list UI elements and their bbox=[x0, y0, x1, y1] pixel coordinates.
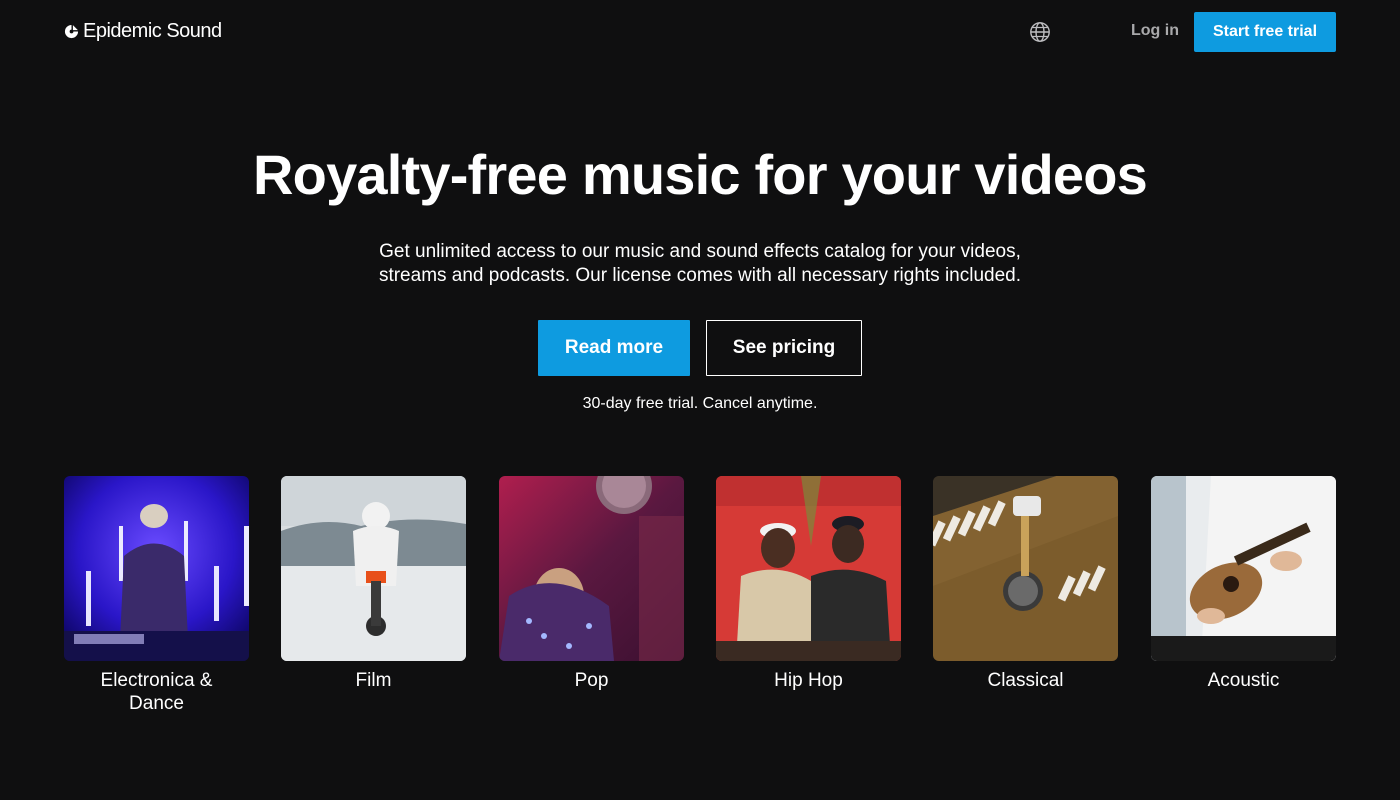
genre-label: Film bbox=[281, 669, 466, 692]
hero-subtitle: Get unlimited access to our music and so… bbox=[300, 240, 1100, 288]
hero-title: Royalty-free music for your videos bbox=[253, 143, 1148, 206]
genre-card-pop[interactable]: Pop bbox=[499, 476, 684, 692]
genre-card-electronica-dance[interactable]: Electronica & Dance bbox=[64, 476, 249, 715]
genre-card-classical[interactable]: Classical bbox=[933, 476, 1118, 692]
epidemic-sound-logo-icon bbox=[64, 24, 79, 38]
login-link[interactable]: Log in bbox=[1131, 22, 1179, 40]
genre-image-acoustic bbox=[1151, 476, 1336, 661]
genre-label-line-1: Electronica & bbox=[100, 670, 213, 691]
genre-card-acoustic[interactable]: Acoustic bbox=[1151, 476, 1336, 692]
genre-label-line-1: Film bbox=[355, 670, 392, 691]
genre-label: Classical bbox=[933, 669, 1118, 692]
trial-note: 30-day free trial. Cancel anytime. bbox=[582, 395, 818, 412]
genre-image-pop bbox=[499, 476, 684, 661]
genre-label: Hip Hop bbox=[716, 669, 901, 692]
genre-list: Electronica & Dance Film Pop Hip Hop Cla… bbox=[64, 476, 1336, 726]
genre-label-line-1: Hip Hop bbox=[774, 670, 843, 691]
genre-card-film[interactable]: Film bbox=[281, 476, 466, 692]
genre-label-line-1: Pop bbox=[574, 670, 609, 691]
genre-label-line-1: Acoustic bbox=[1207, 670, 1280, 691]
genre-image-electronica-dance bbox=[64, 476, 249, 661]
read-more-button[interactable]: Read more bbox=[538, 320, 690, 376]
genre-card-hip-hop[interactable]: Hip Hop bbox=[716, 476, 901, 692]
genre-label: Electronica & Dance bbox=[64, 669, 249, 715]
site-header: Epidemic Sound Log in Start free trial bbox=[0, 0, 1400, 64]
genre-image-film bbox=[281, 476, 466, 661]
genre-label-line-1: Classical bbox=[987, 670, 1064, 691]
genre-image-classical bbox=[933, 476, 1118, 661]
genre-image-hip-hop bbox=[716, 476, 901, 661]
start-free-trial-button[interactable]: Start free trial bbox=[1194, 12, 1336, 52]
hero-subtitle-line-2: streams and podcasts. Our license comes … bbox=[378, 265, 1022, 286]
hero-subtitle-line-1: Get unlimited access to our music and so… bbox=[379, 241, 1021, 262]
see-pricing-button[interactable]: See pricing bbox=[706, 320, 862, 376]
genre-label: Pop bbox=[499, 669, 684, 692]
logo[interactable]: Epidemic Sound bbox=[64, 19, 222, 43]
globe-icon[interactable] bbox=[1029, 21, 1051, 43]
genre-label: Acoustic bbox=[1151, 669, 1336, 692]
genre-label-line-2: Dance bbox=[129, 693, 184, 714]
logo-text: Epidemic Sound bbox=[83, 19, 222, 42]
